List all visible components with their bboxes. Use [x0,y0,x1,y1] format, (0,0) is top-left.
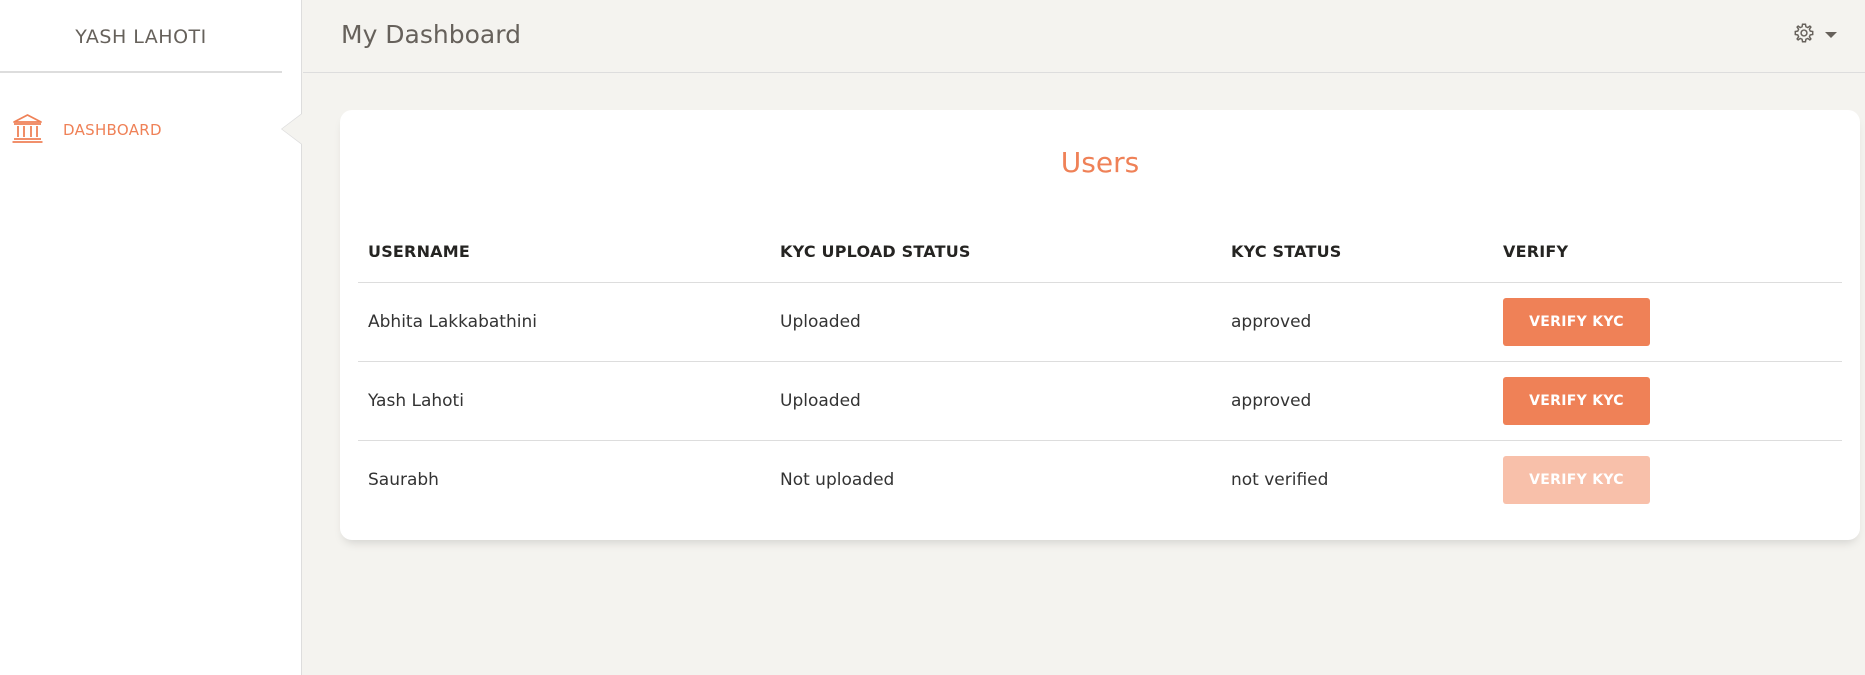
settings-dropdown-toggle[interactable] [1793,22,1837,48]
username-cell: Yash Lahoti [358,361,770,441]
kyc-status-cell: approved [1221,361,1493,441]
gear-icon [1793,22,1815,48]
verify-cell: VERIFY KYC [1493,361,1842,441]
table-row: Yash Lahoti Uploaded approved VERIFY KYC [358,361,1842,441]
verify-kyc-button[interactable]: VERIFY KYC [1503,297,1650,346]
chevron-down-icon [1825,32,1837,38]
top-navbar: My Dashboard [303,0,1865,73]
upload-status-cell: Uploaded [770,282,1221,362]
username-cell: Saurabh [368,469,439,490]
verify-kyc-button[interactable]: VERIFY KYC [1503,376,1650,425]
sidebar-item-dashboard[interactable]: DASHBOARD [0,108,302,150]
table-header-row: USERNAME KYC UPLOAD STATUS KYC STATUS VE… [358,222,1842,283]
bank-icon [11,112,44,144]
card-title: Users [1060,146,1140,179]
column-header-verify: VERIFY [1493,222,1842,283]
upload-status-cell: Uploaded [770,361,1221,441]
sidebar-brand[interactable]: YASH LAHOTI [0,0,282,73]
kyc-status-cell: approved [1221,282,1493,362]
verify-kyc-button-disabled: VERIFY KYC [1503,455,1650,504]
active-nav-caret [282,114,302,144]
column-header-kyc-upload-status: KYC UPLOAD STATUS [770,222,1221,283]
table-row: Saurabh Not uploaded not verified VERIFY… [358,440,1842,519]
users-table: USERNAME KYC UPLOAD STATUS KYC STATUS VE… [358,222,1842,519]
verify-cell: VERIFY KYC [1493,282,1842,362]
column-header-kyc-status: KYC STATUS [1221,222,1493,283]
page-title: My Dashboard [341,20,521,49]
username-cell: Abhita Lakkabathini [358,282,770,362]
verify-cell: VERIFY KYC [1493,440,1842,519]
column-header-username: USERNAME [358,222,770,283]
table-row: Abhita Lakkabathini Uploaded approved VE… [358,282,1842,362]
sidebar: YASH LAHOTI DASHBOARD [0,0,302,675]
sidebar-item-label: DASHBOARD [63,121,162,139]
users-card: Users USERNAME KYC UPLOAD STATUS KYC STA… [340,110,1860,540]
upload-status-cell: Not uploaded [780,469,895,490]
kyc-status-cell: not verified [1231,469,1329,490]
